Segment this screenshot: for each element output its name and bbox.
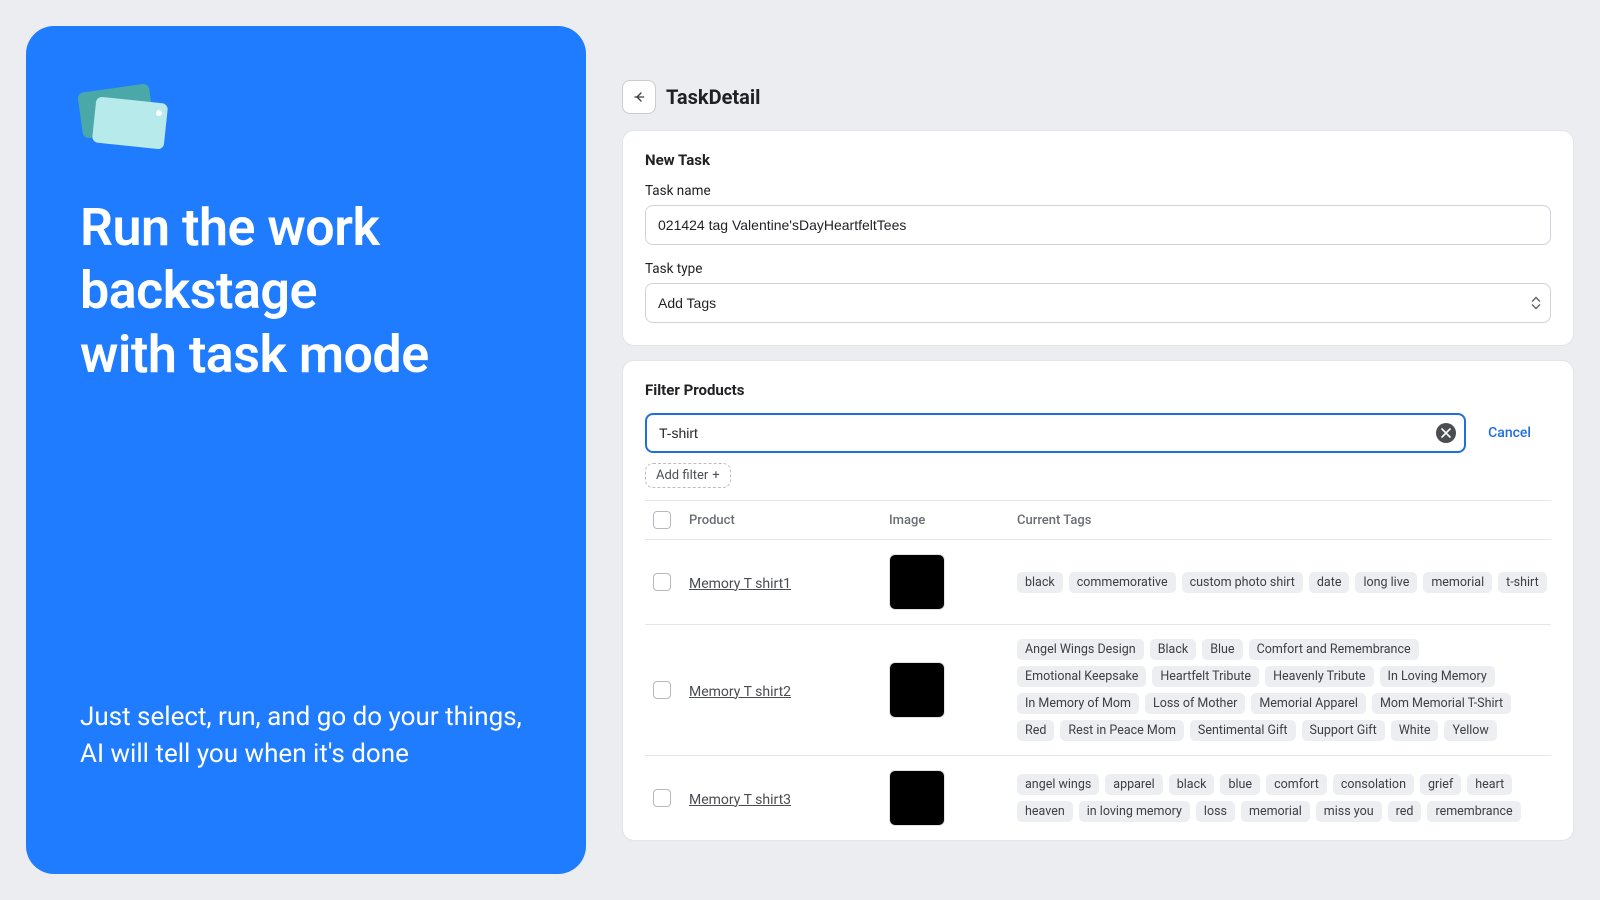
row-checkbox[interactable] xyxy=(653,789,671,807)
table-row: Memory T shirt1 black commemorative custom … xyxy=(645,540,1551,625)
page-title: TaskDetail xyxy=(666,85,760,109)
task-type-label: Task type xyxy=(645,261,1551,277)
tag: custom photo shirt xyxy=(1182,572,1303,593)
tag: Memorial Apparel xyxy=(1251,693,1366,714)
tag: comfort xyxy=(1266,774,1327,795)
task-name-input[interactable] xyxy=(645,205,1551,245)
tag: long live xyxy=(1355,572,1417,593)
tag: Support Gift xyxy=(1302,720,1385,741)
task-type-select[interactable] xyxy=(645,283,1551,323)
new-task-card: New Task Task name Task type xyxy=(622,130,1574,346)
row-checkbox[interactable] xyxy=(653,573,671,591)
tag: consolation xyxy=(1333,774,1414,795)
back-button[interactable] xyxy=(622,80,656,114)
tag: remembrance xyxy=(1427,801,1520,822)
arrow-left-icon xyxy=(631,89,647,105)
tag: Heavenly Tribute xyxy=(1265,666,1373,687)
tag: Angel Wings Design xyxy=(1017,639,1144,660)
tag-list: angel wings apparel blackblue comfort consol… xyxy=(1017,774,1551,822)
tag: in loving memory xyxy=(1079,801,1190,822)
tag-list: Angel Wings Design BlackBlue Comfort and R… xyxy=(1017,639,1551,741)
product-link[interactable]: Memory T shirt1 xyxy=(689,576,791,592)
tag: miss you xyxy=(1316,801,1382,822)
promo-panel: Run the work backstage with task mode Ju… xyxy=(26,26,586,874)
products-table: Product Image Current Tags Memory T shir… xyxy=(645,500,1551,840)
tag: date xyxy=(1309,572,1350,593)
select-chevron-icon xyxy=(1531,297,1541,310)
tag: black xyxy=(1017,572,1063,593)
tag-list: black commemorative custom photo shirt date… xyxy=(1017,572,1551,593)
tag: commemorative xyxy=(1069,572,1176,593)
tag: Sentimental Gift xyxy=(1190,720,1296,741)
main-column: TaskDetail New Task Task name Task type … xyxy=(622,26,1574,874)
logo xyxy=(80,86,532,146)
tag: Blue xyxy=(1202,639,1242,660)
new-task-heading: New Task xyxy=(645,151,1551,169)
table-row: Memory T shirt3 angel wings apparel blackbl… xyxy=(645,756,1551,840)
tag: Red xyxy=(1017,720,1054,741)
tag: black xyxy=(1169,774,1215,795)
product-thumbnail xyxy=(889,770,945,826)
tag: Comfort and Remembrance xyxy=(1249,639,1419,660)
tag: red xyxy=(1388,801,1422,822)
product-link[interactable]: Memory T shirt2 xyxy=(689,684,791,700)
tag: Emotional Keepsake xyxy=(1017,666,1146,687)
tag: memorial xyxy=(1423,572,1492,593)
tag: grief xyxy=(1420,774,1461,795)
add-filter-button[interactable]: Add filter + xyxy=(645,463,731,488)
product-search-input[interactable] xyxy=(645,413,1466,453)
tag: In Loving Memory xyxy=(1380,666,1495,687)
tag: t-shirt xyxy=(1498,572,1547,593)
task-name-label: Task name xyxy=(645,183,1551,199)
filter-products-heading: Filter Products xyxy=(645,381,1551,399)
tag: Yellow xyxy=(1444,720,1496,741)
page-header: TaskDetail xyxy=(622,80,1574,114)
tag: In Memory of Mom xyxy=(1017,693,1139,714)
add-filter-label: Add filter xyxy=(656,468,708,483)
tag: loss xyxy=(1196,801,1235,822)
tag: apparel xyxy=(1105,774,1162,795)
cancel-button[interactable]: Cancel xyxy=(1488,425,1551,441)
product-thumbnail xyxy=(889,554,945,610)
tag: Loss of Mother xyxy=(1145,693,1245,714)
tag: Mom Memorial T-Shirt xyxy=(1372,693,1511,714)
col-image: Image xyxy=(889,513,1017,528)
row-checkbox[interactable] xyxy=(653,681,671,699)
promo-subtext: Just select, run, and go do your things,… xyxy=(80,699,532,774)
tag: White xyxy=(1391,720,1439,741)
x-icon xyxy=(1441,428,1451,438)
promo-headline: Run the work backstage with task mode xyxy=(80,196,532,386)
table-row: Memory T shirt2 Angel Wings Design BlackBl… xyxy=(645,625,1551,756)
tag: heart xyxy=(1467,774,1512,795)
filter-products-card: Filter Products Cancel Add filter + Prod… xyxy=(622,360,1574,841)
cards-icon xyxy=(80,86,170,146)
tag: heaven xyxy=(1017,801,1073,822)
tag: angel wings xyxy=(1017,774,1099,795)
col-tags: Current Tags xyxy=(1017,513,1551,528)
product-link[interactable]: Memory T shirt3 xyxy=(689,792,791,808)
tag: Black xyxy=(1150,639,1197,660)
table-header: Product Image Current Tags xyxy=(645,501,1551,540)
plus-icon: + xyxy=(712,468,719,483)
tag: Heartfelt Tribute xyxy=(1152,666,1259,687)
product-thumbnail xyxy=(889,662,945,718)
tag: memorial xyxy=(1241,801,1310,822)
tag: Rest in Peace Mom xyxy=(1060,720,1184,741)
tag: blue xyxy=(1220,774,1260,795)
col-product: Product xyxy=(689,513,889,528)
clear-search-icon[interactable] xyxy=(1436,423,1456,443)
select-all-checkbox[interactable] xyxy=(653,511,671,529)
